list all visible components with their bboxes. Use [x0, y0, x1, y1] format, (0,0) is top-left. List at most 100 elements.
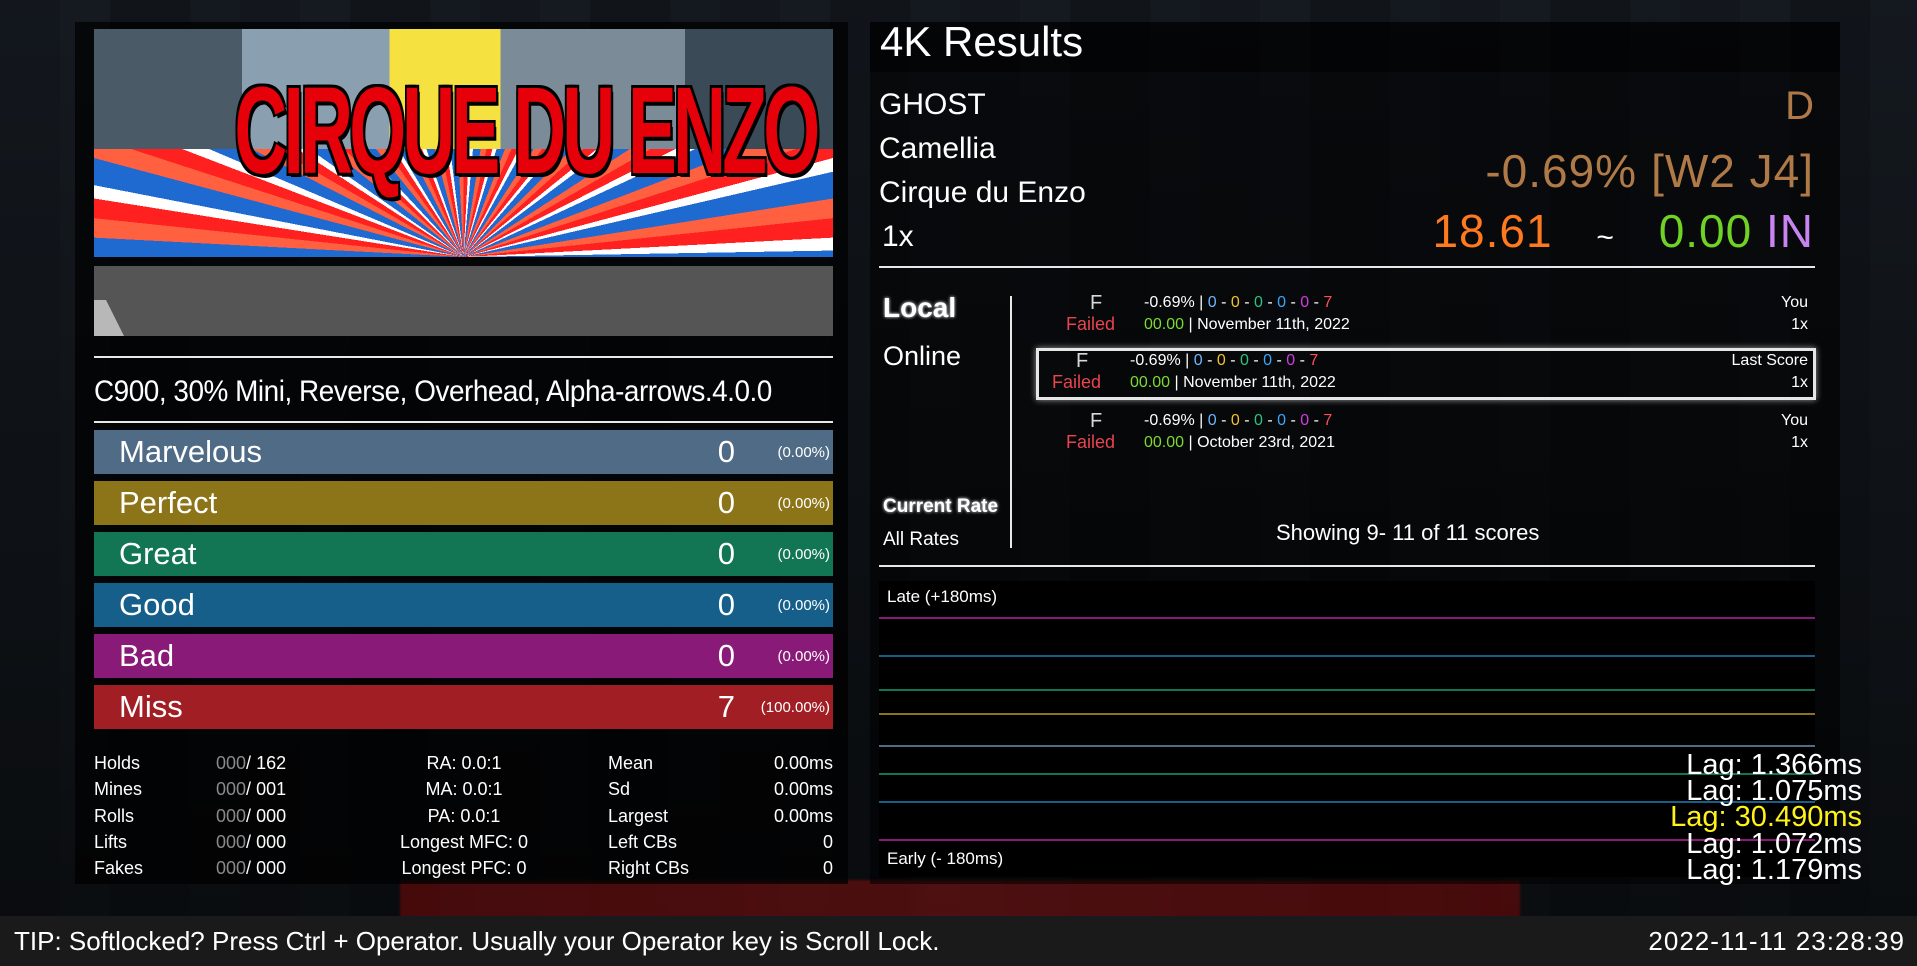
msd-value: 18.61 [1432, 205, 1553, 257]
tip-text: TIP: Softlocked? Press Ctrl + Operator. … [14, 926, 940, 956]
stat-total: 001 [256, 779, 287, 800]
stat-value: 000/ 000 [216, 855, 286, 881]
stat-label: Largest [608, 805, 669, 826]
score-ssr: 00.00 [1130, 374, 1171, 391]
divider [94, 356, 833, 358]
score-row[interactable]: F Failed -0.69% | 0 - 0 - 0 - 0 - 0 - 7 00.… [1036, 348, 1816, 400]
offset-window-line [879, 745, 1815, 747]
song-banner: CIRQUE DU ENZO [94, 29, 833, 257]
score-owner: Last Score [1731, 352, 1808, 369]
score-grade: F [1076, 350, 1089, 372]
life-graph-fill [94, 300, 124, 336]
separator: | [1184, 434, 1198, 451]
score-judgment: 0 [1207, 412, 1217, 429]
judgment-row: Bad 0 (0.00%) [94, 634, 833, 678]
judgment-name: Miss [119, 689, 183, 724]
separator: - [1272, 352, 1287, 369]
stat-value: 000/ 000 [216, 829, 286, 855]
judgment-percent: (0.00%) [777, 545, 830, 563]
stat-value: 000/ 001 [216, 776, 286, 802]
stat-total: 000 [256, 858, 287, 879]
separator: | [1194, 294, 1208, 311]
stat-label: Sd [608, 779, 631, 800]
results-title: 4K Results [880, 18, 1084, 65]
current-rate-toggle[interactable]: Current Rate [883, 496, 998, 518]
song-title: Cirque du Enzo [879, 176, 1086, 209]
score-percent: -0.69% [1144, 412, 1195, 429]
score-details: -0.69% | 0 - 0 - 0 - 0 - 0 - 7 [1144, 412, 1332, 430]
judgment-row: Great 0 (0.00%) [94, 532, 833, 576]
score-grade: F [1090, 292, 1103, 314]
judgment-row: Perfect 0 (0.00%) [94, 481, 833, 525]
song-rate: 1x [882, 220, 914, 253]
separator: | [1170, 374, 1184, 391]
tab-online[interactable]: Online [883, 341, 961, 372]
clock: 2022-11-11 23:28:39 [1648, 926, 1905, 956]
stat-ratio: PA: 0.0:1 [427, 805, 501, 826]
separator: - [1248, 352, 1264, 369]
stat-label: Mines [94, 779, 143, 800]
stat-hit: 000 [216, 779, 247, 800]
stat-total: 000 [256, 831, 287, 852]
stat-label: Fakes [94, 858, 144, 879]
score-meta: 00.00 | November 11th, 2022 [1130, 374, 1336, 392]
tab-local[interactable]: Local [883, 292, 956, 324]
score-judgment: 0 [1207, 294, 1217, 311]
score-date: November 11th, 2022 [1183, 374, 1336, 391]
ssr-value: 0.00 [1658, 205, 1753, 257]
rating-line: 18.61 ~ 0.00 IN [1432, 204, 1814, 258]
judgment-name: Perfect [119, 485, 218, 520]
judgment-percent: (0.00%) [777, 596, 830, 614]
judgment-name: Great [119, 536, 197, 571]
separator: - [1262, 412, 1278, 429]
score-details: -0.69% | 0 - 0 - 0 - 0 - 0 - 7 [1144, 294, 1332, 312]
stat-hit: 000 [216, 858, 247, 879]
score-judgment: 7 [1323, 412, 1333, 429]
stat-slash: / [246, 831, 252, 852]
judgment-count: 0 [717, 587, 735, 622]
score-judgment: 0 [1263, 352, 1273, 369]
stat-label: Holds [94, 753, 141, 773]
stat-value: 0.00ms [773, 753, 833, 773]
separator: - [1286, 294, 1301, 311]
separator: | [1180, 352, 1194, 369]
judgment-row: Marvelous 0 (0.00%) [94, 430, 833, 474]
offset-window-line [879, 839, 1815, 841]
stat-value: 0.00ms [773, 805, 833, 826]
modifiers-text: C900, 30% Mini, Reverse, Overhead, Alpha… [94, 375, 772, 408]
judge-setting: [W2 J4] [1651, 145, 1814, 197]
score-judgment: 7 [1309, 352, 1319, 369]
judgment-percent: (0.00%) [777, 494, 830, 512]
stat-label: Left CBs [608, 831, 678, 852]
separator: | [1184, 316, 1198, 333]
banner-logo: CIRQUE DU ENZO [234, 61, 820, 201]
stat-slash: / [246, 805, 252, 826]
judgment-count: 0 [717, 638, 735, 673]
stat-label: Mean [608, 753, 654, 773]
separator: - [1216, 294, 1231, 311]
divider [879, 565, 1815, 567]
score-details: -0.69% | 0 - 0 - 0 - 0 - 0 - 7 [1130, 352, 1318, 370]
score-row[interactable]: F Failed -0.69% | 0 - 0 - 0 - 0 - 0 - 7 00.… [1050, 290, 1816, 342]
score-rate: 1x [1791, 434, 1808, 451]
offset-window-line [879, 655, 1815, 657]
stat-slash: / [246, 858, 252, 879]
score-row[interactable]: F Failed -0.69% | 0 - 0 - 0 - 0 - 0 - 7 00.… [1050, 408, 1816, 460]
late-label: Late (+180ms) [887, 587, 998, 606]
score-date: November 11th, 2022 [1197, 316, 1350, 333]
stat-ratio: Longest PFC: 0 [401, 858, 527, 879]
score-judgment: 0 [1254, 412, 1263, 429]
separator: | [1194, 412, 1208, 429]
lag-readout: Lag: 1.075ms [1686, 775, 1862, 808]
stat-label: Right CBs [608, 858, 690, 879]
stat-ratio: RA: 0.0:1 [426, 753, 502, 773]
score-meta: 00.00 | October 23rd, 2021 [1144, 434, 1335, 452]
all-rates-toggle[interactable]: All Rates [883, 529, 959, 551]
song-artist: Camellia [879, 132, 996, 165]
stat-hit: 000 [216, 753, 247, 773]
score-judgment: 0 [1193, 352, 1203, 369]
divider [879, 266, 1815, 268]
divider [94, 421, 833, 423]
stat-slash: / [246, 753, 252, 773]
score-status: Failed [1052, 372, 1102, 392]
